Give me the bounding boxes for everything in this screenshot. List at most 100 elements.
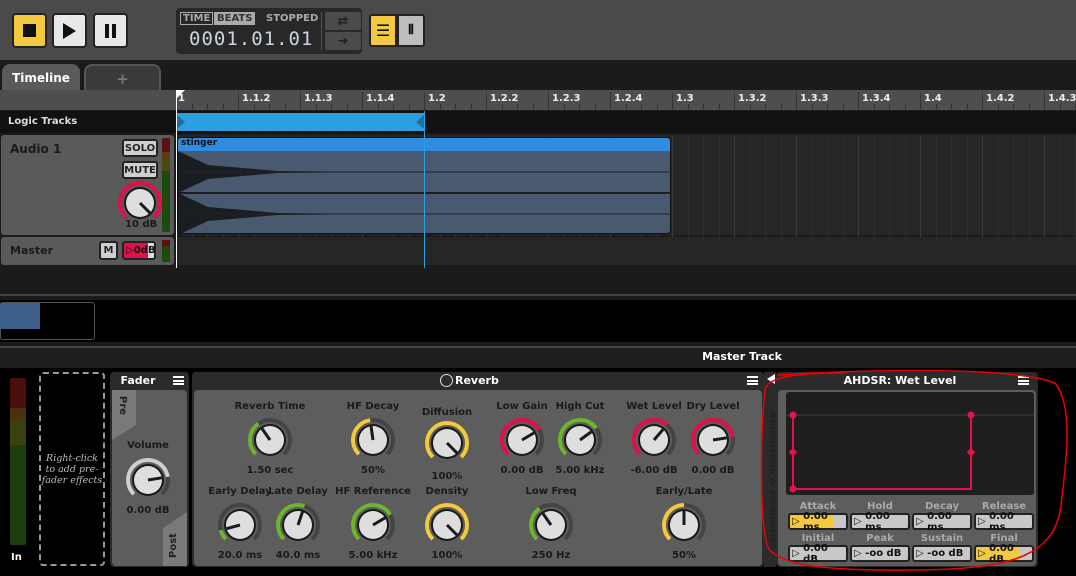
- ruler-label: 1.2.4: [614, 93, 643, 104]
- playhead[interactable]: [176, 90, 177, 268]
- master-mute-button[interactable]: M: [99, 241, 118, 260]
- loop-button[interactable]: ⇄: [325, 12, 361, 30]
- reverb-knob[interactable]: [631, 417, 677, 463]
- time-mode-button[interactable]: TIME: [180, 12, 214, 25]
- device-panel-title: Master Track: [702, 350, 782, 363]
- tab-label: Timeline: [12, 71, 70, 85]
- loop-start-handle[interactable]: [177, 115, 185, 129]
- play-small-icon: ▷: [126, 245, 134, 256]
- track-name: Master: [10, 244, 54, 257]
- ruler-label: 1.4.3: [1048, 93, 1076, 104]
- loop-region[interactable]: [177, 113, 425, 131]
- knob-label: Early/Late: [655, 486, 713, 497]
- audio-track-header[interactable]: Audio 1 SOLO MUTE 10 dB: [1, 135, 174, 235]
- overview-strip[interactable]: [0, 300, 1076, 342]
- playhead-marker-icon[interactable]: [176, 90, 185, 99]
- ruler-label: 1.2.3: [552, 93, 581, 104]
- pause-icon: [105, 23, 116, 38]
- ruler-label: 1.3: [676, 93, 694, 104]
- post-label: Post: [168, 533, 179, 558]
- master-track-header[interactable]: Master M ▷ 0dB: [1, 237, 174, 265]
- reverb-title: Reverb: [455, 374, 499, 387]
- track-gain-value: 10 dB: [125, 219, 158, 230]
- reverb-knob[interactable]: [424, 420, 470, 466]
- ruler-label: 1.3.2: [738, 93, 767, 104]
- tab-label: +: [116, 70, 129, 88]
- knob-value: 50%: [672, 550, 696, 561]
- track-name: Audio 1: [10, 142, 62, 156]
- logic-tracks-label: Logic Tracks: [8, 116, 78, 127]
- track-level-meter: [162, 138, 170, 232]
- ruler-label: 1.1.2: [242, 93, 271, 104]
- knob-label: Reverb Time: [234, 401, 306, 412]
- ruler-label: 1.1.4: [366, 93, 395, 104]
- reverb-device-icon: [440, 374, 453, 387]
- prefader-drop-zone[interactable]: Right-click to add pre-fader effects: [39, 372, 105, 566]
- loop-end-line: [424, 111, 425, 268]
- position-readout: 0001.01.01: [189, 28, 314, 50]
- knob-value: 100%: [431, 550, 463, 561]
- volume-value: 0.00 dB: [126, 505, 170, 516]
- ruler-label: 1.2.2: [490, 93, 519, 104]
- knob-value: 1.50 sec: [246, 465, 294, 476]
- solo-button[interactable]: SOLO: [122, 139, 158, 157]
- ruler-label: 1.3.3: [800, 93, 829, 104]
- columns-icon: ⦀: [408, 23, 414, 38]
- transport-toolbar: [0, 0, 1076, 60]
- play-icon: [63, 22, 76, 39]
- menu-icon[interactable]: [173, 376, 184, 385]
- pause-button[interactable]: [93, 13, 128, 48]
- reverb-knob[interactable]: [247, 417, 293, 463]
- master-level-value: 0dB: [133, 245, 156, 256]
- beats-mode-button[interactable]: BEATS: [214, 12, 256, 25]
- add-tab-button[interactable]: +: [84, 64, 161, 92]
- prefader-hint: Right-click to add pre-fader effects: [41, 452, 103, 486]
- knob-label: Density: [425, 486, 469, 497]
- reverb-knob[interactable]: [350, 417, 396, 463]
- knob-value: 0.00 dB: [691, 465, 735, 476]
- mixer-view-button[interactable]: ⦀: [397, 14, 425, 47]
- loop-end-handle[interactable]: [416, 115, 424, 129]
- mute-button[interactable]: MUTE: [122, 161, 158, 179]
- reverb-knob[interactable]: [424, 502, 470, 548]
- reverb-knob[interactable]: [217, 502, 263, 548]
- play-button[interactable]: [52, 13, 87, 48]
- reverb-knob[interactable]: [499, 417, 545, 463]
- master-level-meter: [162, 240, 170, 262]
- ruler-label: 1.4: [924, 93, 942, 104]
- input-label: In: [11, 552, 22, 563]
- reverb-knob[interactable]: [557, 417, 603, 463]
- reverb-knob[interactable]: [690, 417, 736, 463]
- timeline-ruler[interactable]: [0, 90, 1076, 110]
- reverb-knob[interactable]: [528, 502, 574, 548]
- overview-clip: [0, 303, 40, 329]
- follow-button[interactable]: ➜: [325, 32, 361, 50]
- list-view-button[interactable]: ☰: [369, 14, 397, 47]
- reverb-knob[interactable]: [275, 502, 321, 548]
- reverb-header: Reverb: [440, 374, 499, 387]
- volume-label: Volume: [127, 440, 169, 451]
- ruler-label: 1.2: [428, 93, 446, 104]
- ruler-label: 1.4.2: [986, 93, 1015, 104]
- knob-label: Low Freq: [525, 486, 577, 497]
- annotation-circle: [760, 369, 1068, 571]
- stop-button[interactable]: [12, 13, 47, 48]
- arrow-right-icon: ➜: [337, 33, 349, 49]
- fader-title: Fader: [120, 374, 156, 387]
- ruler-label: 1.1.3: [304, 93, 333, 104]
- ruler-label: 1.3.4: [862, 93, 891, 104]
- pre-label: Pre: [117, 396, 128, 416]
- master-track-lane[interactable]: [176, 237, 1076, 265]
- time-display: TIME BEATS STOPPED 0001.01.01 ⇄ ➜: [176, 8, 362, 54]
- reverb-knob[interactable]: [661, 502, 707, 548]
- input-level-meter: [10, 378, 26, 545]
- loop-icon: ⇄: [337, 13, 349, 29]
- reverb-knob[interactable]: [350, 502, 396, 548]
- list-icon: ☰: [375, 21, 391, 40]
- master-level-field[interactable]: ▷ 0dB: [122, 241, 156, 260]
- knob-label: Dry Level: [686, 401, 740, 412]
- volume-knob[interactable]: [125, 457, 171, 503]
- tab-timeline[interactable]: Timeline: [2, 64, 80, 92]
- stop-icon: [23, 24, 36, 37]
- knob-value: 250 Hz: [531, 550, 571, 561]
